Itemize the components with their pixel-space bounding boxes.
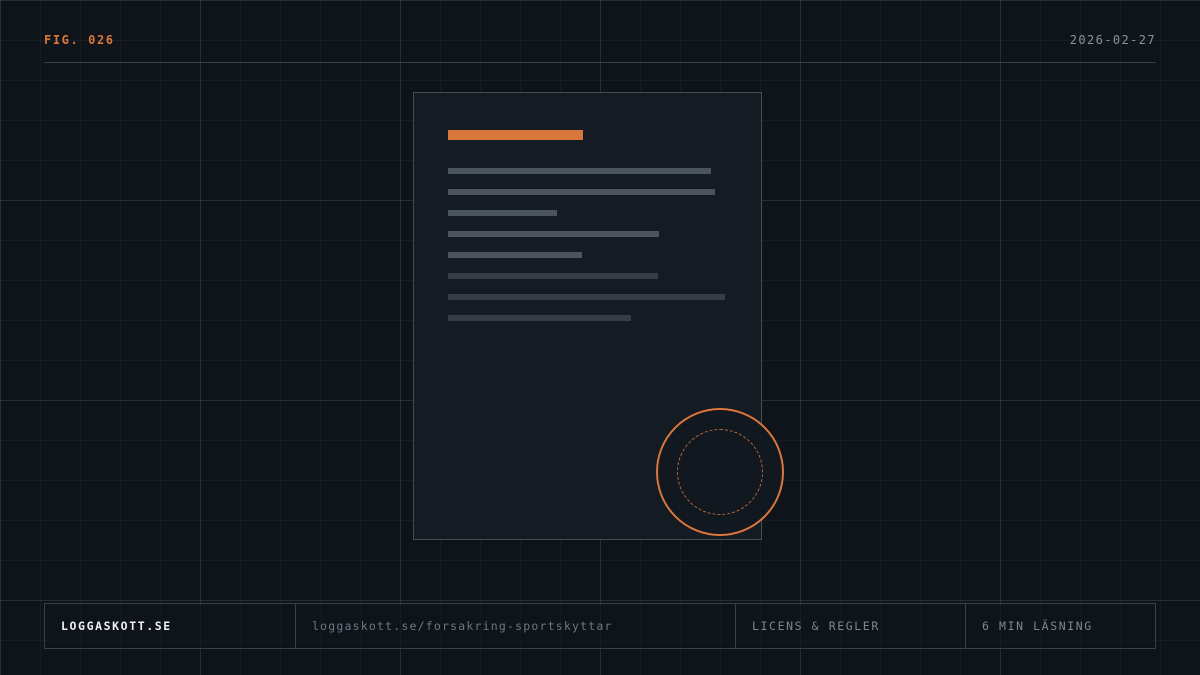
- header: FIG. 026 2026-02-27: [44, 33, 1156, 63]
- category-label[interactable]: LICENS & REGLER: [736, 604, 966, 648]
- document-text-line: [448, 252, 582, 258]
- document-text-line: [448, 168, 711, 174]
- document-text-line: [448, 315, 631, 321]
- seal-stamp-icon: [656, 408, 784, 536]
- document-text-line: [448, 273, 658, 279]
- document-text-line: [448, 231, 659, 237]
- document-text-line: [448, 210, 557, 216]
- document-text-line: [448, 294, 725, 300]
- publish-date: 2026-02-27: [1069, 33, 1156, 47]
- footer-bar: LOGGASKOTT.SE loggaskott.se/forsakring-s…: [44, 603, 1156, 649]
- figure-label: FIG. 026: [44, 33, 115, 47]
- document-title-bar: [448, 130, 583, 140]
- document-text-line: [448, 189, 715, 195]
- seal-inner-ring: [677, 429, 763, 515]
- read-time: 6 MIN LÄSNING: [982, 619, 1093, 633]
- site-name[interactable]: LOGGASKOTT.SE: [45, 604, 296, 648]
- article-url[interactable]: loggaskott.se/forsakring-sportskyttar: [296, 604, 736, 648]
